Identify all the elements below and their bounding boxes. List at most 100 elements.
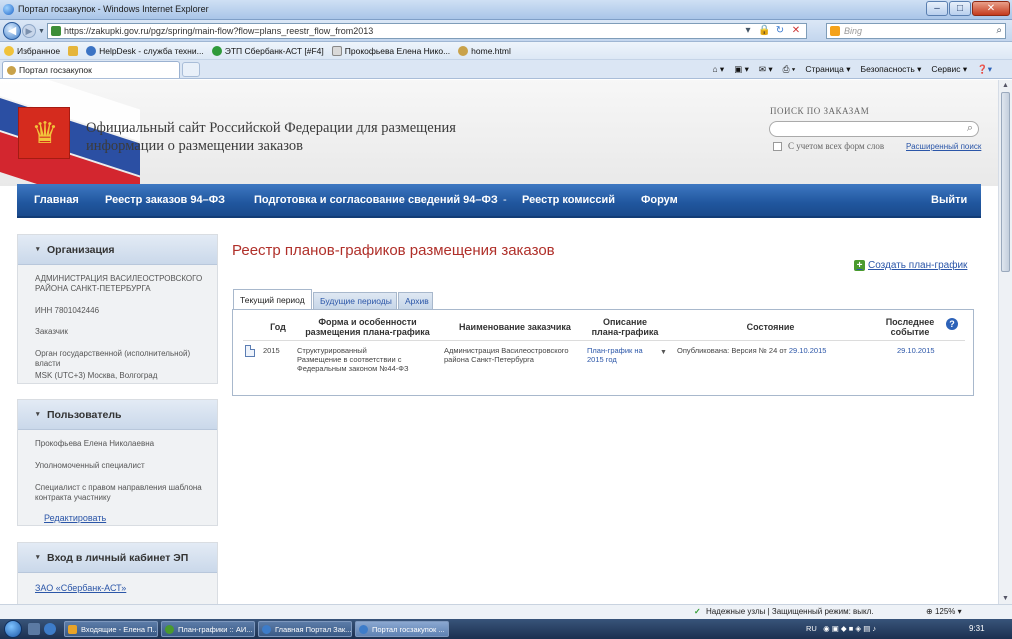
web-search-input[interactable]: Bing ⌕: [826, 23, 1006, 39]
document-icon[interactable]: [245, 345, 255, 357]
window-titlebar: Портал госзакупок - Windows Internet Exp…: [0, 0, 1012, 20]
bing-icon: [830, 26, 840, 36]
taskbar-portal-main[interactable]: Главная Портал Зак...: [258, 621, 352, 637]
address-bar: ◀ ▶ ▼ https://zakupki.gov.ru/pgz/spring/…: [0, 20, 1012, 42]
close-window-button[interactable]: ✕: [972, 1, 1010, 16]
nav-preparation[interactable]: Подготовка и согласование сведений 94–ФЗ: [254, 194, 498, 206]
lock-icon[interactable]: 🔒: [758, 25, 770, 36]
column-header-description: Описание плана-графика: [591, 317, 659, 337]
page-scrollbar[interactable]: ▲ ▼: [998, 80, 1012, 604]
collapse-arrow-icon: ▾: [36, 554, 40, 561]
new-tab-button[interactable]: [182, 62, 200, 77]
checkmark-icon: ✓: [694, 607, 701, 616]
search-icon[interactable]: ⌕: [967, 122, 973, 135]
nav-registry-94[interactable]: Реестр заказов 94–ФЗ: [105, 194, 225, 206]
wordforms-checkbox[interactable]: [773, 141, 782, 151]
maximize-button[interactable]: □: [949, 1, 971, 16]
start-button[interactable]: [4, 620, 22, 638]
state-date-link[interactable]: 29.10.2015: [789, 346, 827, 355]
column-header-last-event: Последнее событие: [885, 317, 935, 337]
main-nav: Главная Реестр заказов 94–ФЗ Подготовка …: [17, 184, 981, 218]
sberbank-ast-link[interactable]: ЗАО «Сбербанк-АСТ»: [35, 583, 126, 593]
ie-icon: [359, 625, 368, 634]
page-menu[interactable]: Страница ▾: [805, 64, 850, 75]
favorite-link-prokofieva[interactable]: Прокофьева Елена Нико...: [331, 45, 450, 56]
url-tools: ▾ 🔒 ↻ ✕: [742, 25, 802, 36]
favorite-link-home[interactable]: home.html: [458, 45, 511, 56]
scrollbar-thumb[interactable]: [1001, 92, 1010, 272]
history-dropdown-icon[interactable]: ▼: [38, 28, 45, 35]
row-actions-dropdown-icon[interactable]: ▼: [660, 349, 667, 356]
order-search-label: ПОИСК ПО ЗАКАЗАМ: [770, 106, 870, 116]
zoom-level[interactable]: ⊕ 125% ▾: [926, 607, 962, 616]
forward-button[interactable]: ▶: [22, 24, 36, 38]
organization-role: Заказчик: [35, 327, 68, 336]
scroll-down-icon[interactable]: ▼: [1002, 595, 1009, 602]
favorites-button[interactable]: Избранное: [4, 45, 60, 56]
add-favorite-icon[interactable]: [68, 45, 79, 56]
tray-icons[interactable]: ◉ ▣ ◆ ■ ◈ ▤ ♪: [823, 624, 876, 633]
organization-inn: ИНН 7801042446: [35, 306, 100, 315]
taskbar-outlook[interactable]: Входящие - Елена П...: [64, 621, 158, 637]
browser-tab-active[interactable]: Портал госзакупок: [2, 61, 180, 78]
cabinet-panel-header[interactable]: ▾ Вход в личный кабинет ЭП: [18, 543, 217, 573]
minimize-button[interactable]: –: [926, 1, 948, 16]
search-icon[interactable]: ⌕: [996, 25, 1002, 36]
create-plan-button[interactable]: + Создать план-график: [854, 260, 967, 271]
ie-quicklaunch-icon[interactable]: [44, 623, 56, 635]
coat-of-arms-icon[interactable]: ♛: [18, 107, 70, 159]
cell-year: 2015: [263, 346, 280, 355]
tab-archive[interactable]: Архив: [398, 292, 433, 309]
refresh-icon[interactable]: ↻: [774, 25, 786, 36]
cell-description-link[interactable]: План-график на 2015 год: [587, 346, 657, 364]
browser-icon: [165, 625, 174, 634]
taskbar-portal[interactable]: Портал госзакупок ...: [355, 621, 449, 637]
order-search-input[interactable]: ⌕: [769, 121, 979, 137]
scroll-up-icon[interactable]: ▲: [1002, 82, 1009, 89]
tab-favicon-icon: [7, 66, 16, 75]
url-input[interactable]: https://zakupki.gov.ru/pgz/spring/main-f…: [47, 23, 807, 39]
user-panel-header[interactable]: ▾ Пользователь: [18, 400, 217, 430]
favorite-link-sberbank-ast[interactable]: ЭТП Сбербанк-АСТ [#F4]: [211, 45, 324, 56]
user-panel: ▾ Пользователь Прокофьева Елена Николаев…: [17, 399, 218, 526]
nav-forum[interactable]: Форум: [641, 194, 678, 206]
taskbar-plans[interactable]: План-графики :: АИ...: [161, 621, 255, 637]
site-favicon-icon: [51, 26, 61, 36]
cell-customer: Администрация Василеостровского района С…: [444, 346, 569, 364]
nav-logout[interactable]: Выйти: [931, 194, 967, 206]
favicon-icon: [211, 45, 222, 56]
mail-icon[interactable]: ✉ ▾: [759, 64, 773, 75]
help-icon[interactable]: ?: [946, 318, 958, 330]
sidebar: ▾ Организация АДМИНИСТРАЦИЯ ВАСИЛЕОСТРОВ…: [17, 234, 218, 604]
tab-current-period[interactable]: Текущий период: [233, 289, 312, 311]
nav-home[interactable]: Главная: [34, 194, 79, 206]
feeds-icon[interactable]: ▣ ▾: [734, 64, 749, 75]
star-icon: [4, 45, 14, 56]
ie-icon: [262, 625, 271, 634]
collapse-arrow-icon: ▾: [36, 246, 40, 253]
back-button[interactable]: ◀: [3, 22, 21, 40]
language-indicator[interactable]: RU: [806, 624, 817, 633]
favorite-link-helpdesk[interactable]: HelpDesk - служба техни...: [86, 45, 204, 56]
stop-icon[interactable]: ✕: [790, 25, 802, 36]
url-dropdown-icon[interactable]: ▾: [742, 25, 754, 36]
nav-commissions[interactable]: Реестр комиссий: [522, 194, 615, 206]
nav-separator: -: [503, 194, 507, 206]
clock[interactable]: 9:31: [969, 624, 985, 633]
home-icon[interactable]: ⌂ ▾: [712, 64, 724, 75]
column-header-form: Форма и особенности размещения плана-гра…: [305, 317, 430, 337]
help-icon[interactable]: ❓▾: [977, 64, 992, 75]
safety-menu[interactable]: Безопасность ▾: [861, 64, 922, 75]
organization-panel-header[interactable]: ▾ Организация: [18, 235, 217, 265]
edit-user-link[interactable]: Редактировать: [44, 513, 106, 523]
organization-panel: ▾ Организация АДМИНИСТРАЦИЯ ВАСИЛЕОСТРОВ…: [17, 234, 218, 384]
print-icon[interactable]: ⎙ ▾: [783, 64, 796, 75]
column-header-customer: Наименование заказчика: [459, 322, 571, 332]
advanced-search-link[interactable]: Расширенный поиск: [906, 142, 981, 151]
cell-state: Опубликована: Версия № 24 от 29.10.2015: [677, 346, 827, 355]
cell-last-event-link[interactable]: 29.10.2015: [897, 346, 935, 355]
desktop-icon[interactable]: [28, 623, 40, 635]
tab-future-periods[interactable]: Будущие периоды: [313, 292, 397, 309]
tools-menu[interactable]: Сервис ▾: [931, 64, 967, 75]
organization-timezone: MSK (UTC+3) Москва, Волгоград: [35, 371, 158, 380]
